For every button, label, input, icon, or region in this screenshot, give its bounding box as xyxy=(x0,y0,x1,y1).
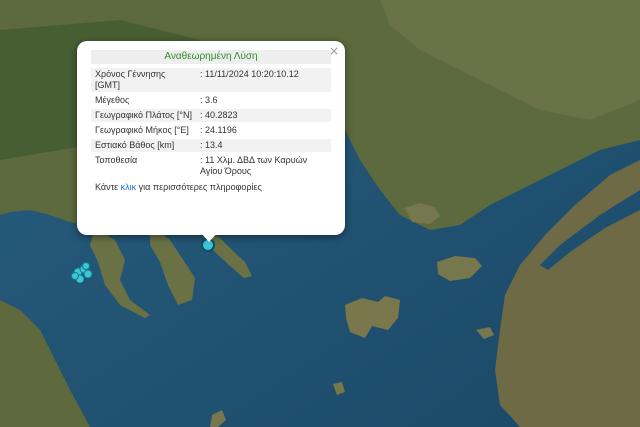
table-row: Γεωγραφικό Μήκος [°E] : 24.1196 xyxy=(91,124,331,137)
table-row: Τοποθεσία : 11 Χλμ. ΔΒΔ των Καρυών Αγίου… xyxy=(91,154,331,178)
row-value: : 3.6 xyxy=(200,95,218,105)
row-value: : 11 Χλμ. ΔΒΔ των Καρυών Αγίου Όρους xyxy=(200,155,308,176)
table-row: Εστιακό Βάθος [km] : 13.4 xyxy=(91,139,331,152)
earthquake-marker[interactable] xyxy=(71,272,79,280)
table-row: Γεωγραφικό Πλάτος [°N] : 40.2823 xyxy=(91,109,331,122)
row-label: Χρόνος Γέννησης [GMT] xyxy=(91,68,196,92)
popup-tip xyxy=(201,233,217,242)
footer-text-post: για περισσότερες πληροφορίες xyxy=(136,182,262,192)
row-label: Τοποθεσία xyxy=(95,155,138,165)
row-label: Γεωγραφικό Πλάτος [°N] xyxy=(91,109,196,122)
more-info-link[interactable]: κλικ xyxy=(121,182,137,192)
popup-title: Αναθεωρημένη Λύση xyxy=(91,50,331,64)
earthquake-details-table: Χρόνος Γέννησης [GMT] : 11/11/2024 10:20… xyxy=(91,66,331,180)
table-row: Χρόνος Γέννησης [GMT] : 11/11/2024 10:20… xyxy=(91,68,331,92)
earthquake-info-popup: × Αναθεωρημένη Λύση Χρόνος Γέννησης [GMT… xyxy=(77,41,345,242)
row-label: Μέγεθος xyxy=(95,95,130,105)
close-icon[interactable]: × xyxy=(329,44,339,58)
row-value: : 40.2823 xyxy=(196,109,331,122)
row-value: : 13.4 xyxy=(196,139,331,152)
table-row: Μέγεθος : 3.6 xyxy=(91,94,331,107)
row-value: : 24.1196 xyxy=(200,125,237,135)
popup-footer: Κάντε κλικ για περισσότερες πληροφορίες xyxy=(91,180,331,194)
earthquake-marker[interactable] xyxy=(82,262,90,270)
footer-text-pre: Κάντε xyxy=(95,182,121,192)
row-label: Εστιακό Βάθος [km] xyxy=(91,139,196,152)
earthquake-marker[interactable] xyxy=(83,269,93,279)
row-value: : 11/11/2024 10:20:10.12 xyxy=(196,68,331,92)
row-label: Γεωγραφικό Μήκος [°E] xyxy=(95,125,189,135)
